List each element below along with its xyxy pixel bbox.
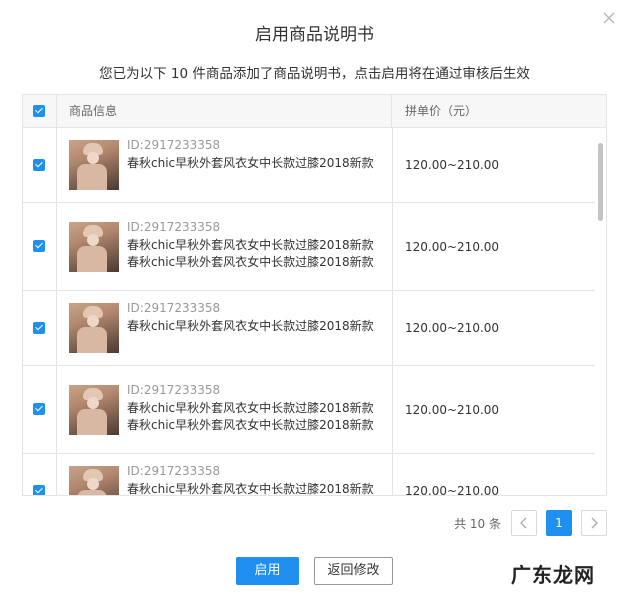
product-price: 120.00~210.00 (405, 321, 500, 335)
row-check-cell (23, 203, 57, 290)
product-thumbnail (69, 303, 119, 353)
table-row: ID:2917233358 春秋chic早秋外套风衣女中长款过膝2018新款春秋… (23, 366, 595, 454)
pagination-total: 共 10 条 (454, 517, 501, 531)
product-info-cell: ID:2917233358 春秋chic早秋外套风衣女中长款过膝2018新款 (57, 128, 393, 202)
table-header: 商品信息 拼单价（元） (23, 95, 606, 128)
row-checkbox[interactable] (33, 240, 45, 252)
table-row: ID:2917233358 春秋chic早秋外套风衣女中长款过膝2018新款 1… (23, 291, 595, 366)
product-id: ID:2917233358 (127, 301, 221, 315)
product-price: 120.00~210.00 (405, 484, 500, 496)
product-name: 春秋chic早秋外套风衣女中长款过膝2018新款 (127, 156, 374, 170)
product-id: ID:2917233358 (127, 138, 221, 152)
row-checkbox[interactable] (33, 159, 45, 171)
table-scrollbar[interactable] (598, 143, 603, 221)
row-check-cell (23, 366, 57, 453)
row-checkbox[interactable] (33, 485, 45, 495)
product-id: ID:2917233358 (127, 464, 221, 478)
product-thumbnail (69, 385, 119, 435)
pagination: 共 10 条 1 (0, 510, 629, 536)
product-name: 春秋chic早秋外套风衣女中长款过膝2018新款 (127, 319, 374, 333)
row-check-cell (23, 454, 57, 495)
row-checkbox[interactable] (33, 322, 45, 334)
select-all-checkbox[interactable] (33, 105, 45, 117)
table-row: ID:2917233358 春秋chic早秋外套风衣女中长款过膝2018新款 1… (23, 128, 595, 203)
prev-page-button[interactable] (511, 510, 537, 536)
product-id: ID:2917233358 (127, 220, 221, 234)
product-info-cell: ID:2917233358 春秋chic早秋外套风衣女中长款过膝2018新款 (57, 291, 393, 365)
enable-button[interactable]: 启用 (236, 557, 299, 585)
product-price: 120.00~210.00 (405, 403, 500, 417)
table-row: ID:2917233358 春秋chic早秋外套风衣女中长款过膝2018新款春秋… (23, 203, 595, 291)
product-info-cell: ID:2917233358 春秋chic早秋外套风衣女中长款过膝2018新款春秋… (57, 366, 393, 453)
chevron-right-icon (591, 517, 598, 529)
product-name: 春秋chic早秋外套风衣女中长款过膝2018新款春秋chic早秋外套风衣女中长款… (127, 238, 374, 269)
header-price: 拼单价（元） (405, 104, 478, 118)
dialog-title: 启用商品说明书 (255, 25, 374, 45)
product-name: 春秋chic早秋外套风衣女中长款过膝2018新款春秋chic早秋外套风衣女中长款… (127, 401, 374, 432)
back-edit-button[interactable]: 返回修改 (314, 557, 393, 585)
row-check-cell (23, 128, 57, 202)
page-button-current[interactable]: 1 (546, 510, 572, 536)
product-info-cell: ID:2917233358 春秋chic早秋外套风衣女中长款过膝2018新款 (57, 454, 393, 496)
product-price: 120.00~210.00 (405, 158, 500, 172)
product-thumbnail (69, 222, 119, 272)
row-check-cell (23, 291, 57, 365)
row-checkbox[interactable] (33, 403, 45, 415)
product-info-cell: ID:2917233358 春秋chic早秋外套风衣女中长款过膝2018新款春秋… (57, 203, 393, 290)
product-name: 春秋chic早秋外套风衣女中长款过膝2018新款 (127, 482, 374, 496)
header-check-cell (23, 95, 57, 127)
product-thumbnail (69, 466, 119, 495)
watermark-logo: 广东龙网 (511, 563, 595, 587)
product-thumbnail (69, 140, 119, 190)
table-row: ID:2917233358 春秋chic早秋外套风衣女中长款过膝2018新款 1… (23, 454, 595, 496)
product-table: 商品信息 拼单价（元） ID:2917233358 春秋chic早秋外套风衣女中… (22, 94, 607, 496)
next-page-button[interactable] (581, 510, 607, 536)
product-id: ID:2917233358 (127, 383, 221, 397)
dialog-subtitle: 您已为以下 10 件商品添加了商品说明书，点击启用将在通过审核后生效 (99, 66, 530, 82)
product-price: 120.00~210.00 (405, 240, 500, 254)
chevron-left-icon (520, 517, 527, 529)
header-product-info: 商品信息 (57, 95, 392, 127)
